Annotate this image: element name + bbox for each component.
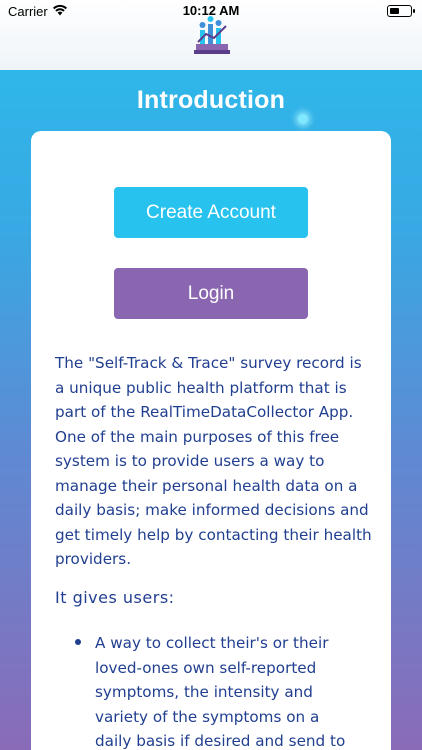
app-logo-icon <box>194 16 230 54</box>
create-account-button[interactable]: Create Account <box>114 187 308 238</box>
top-bar: Carrier 10:12 AM <box>0 0 422 70</box>
intro-card: Create Account Login The "Self-Track & T… <box>31 131 391 750</box>
bullet-list: A way to collect their's or their loved-… <box>75 631 355 750</box>
login-button[interactable]: Login <box>114 268 308 319</box>
subheading: It gives users: <box>55 588 175 607</box>
glow-dot <box>298 114 308 124</box>
list-item: A way to collect their's or their loved-… <box>75 631 355 750</box>
battery-icon <box>387 5 415 17</box>
page-title: Introduction <box>136 86 286 114</box>
intro-description: The "Self-Track & Trace" survey record i… <box>55 354 372 568</box>
battery-level <box>389 7 399 14</box>
